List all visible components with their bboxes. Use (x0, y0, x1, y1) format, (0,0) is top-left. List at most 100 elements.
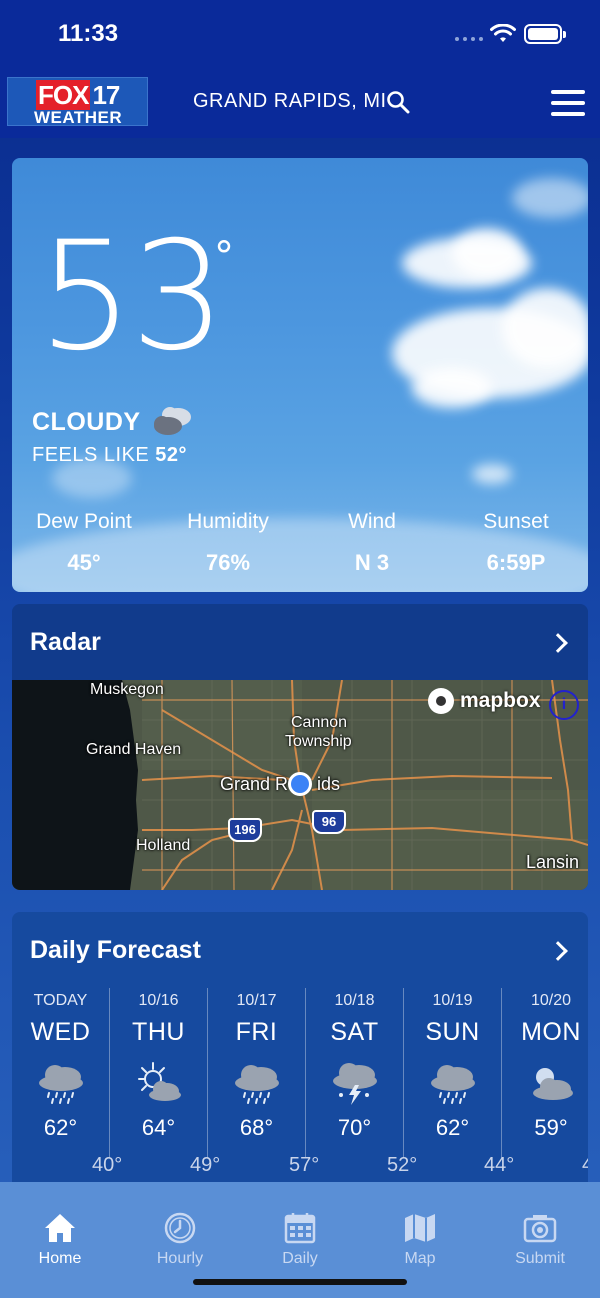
forecast-day-name: THU (132, 1018, 185, 1046)
forecast-low: 57° (289, 1154, 320, 1176)
forecast-high: 70° (337, 1115, 372, 1140)
metric-label: Wind (348, 510, 396, 533)
thunderstorm-icon (332, 1063, 377, 1105)
metric-value: 76% (205, 550, 251, 575)
forecast-day-name: MON (521, 1018, 581, 1046)
metric-value: 45° (67, 550, 101, 575)
map-icon (405, 1214, 435, 1242)
tab-submit[interactable]: Submit (480, 1182, 600, 1298)
forecast-low: 44° (484, 1154, 515, 1176)
sky-cloud (452, 228, 522, 278)
metric-label: Humidity (187, 510, 269, 533)
forecast-day-name: WED (30, 1018, 91, 1046)
highway-shield: 196 (228, 818, 262, 842)
calendar-icon (284, 1213, 316, 1244)
daily-forecast-title: Daily Forecast (30, 936, 201, 964)
degree-symbol: ° (214, 234, 234, 280)
metric-value: N 3 (354, 550, 390, 575)
current-temperature: 53 (38, 210, 226, 384)
tab-label: Home (38, 1250, 82, 1267)
forecast-high: 68° (239, 1115, 274, 1140)
current-metrics: Dew Point 45° Humidity 76% Wind N 3 Suns… (12, 510, 588, 576)
forecast-day[interactable]: 10/17 FRI 68° (208, 988, 306, 1158)
forecast-low: 52° (387, 1154, 418, 1176)
map-place-township: Township (285, 733, 352, 750)
map-place-muskegon: Muskegon (90, 681, 164, 698)
mapbox-text: mapbox (460, 689, 541, 712)
tab-label: Map (404, 1250, 436, 1267)
current-condition: CLOUDY (32, 408, 141, 436)
logo-fox-text: FOX (36, 80, 91, 110)
metric-value: 6:59P (486, 550, 546, 575)
forecast-date: 10/18 (334, 992, 375, 1009)
forecast-day[interactable]: TODAY WED 62° (12, 988, 110, 1158)
mapbox-logo-icon (428, 688, 454, 714)
partly-cloudy-icon (533, 1068, 573, 1100)
sky-cloud (412, 368, 492, 408)
sky-cloud (472, 464, 512, 484)
forecast-day[interactable]: 10/16 THU 64° (110, 988, 208, 1158)
daily-forecast-list: TODAY WED 62° 10/16 THU 64° 10/17 FRI 68… (12, 988, 588, 1168)
hamburger-menu-icon[interactable] (551, 90, 585, 116)
metric-sunset: Sunset 6:59P (444, 510, 588, 576)
map-place-grand-haven: Grand Haven (86, 741, 182, 758)
forecast-low: 4 (582, 1154, 588, 1176)
chevron-right-icon[interactable] (548, 633, 568, 653)
search-icon[interactable] (386, 90, 410, 114)
location-label[interactable]: GRAND RAPIDS, MI (193, 90, 387, 113)
radar-card[interactable]: Radar Muskegon Cannon Township Grand Hav… (12, 604, 588, 890)
app-header: FOX 17 WEATHER GRAND RAPIDS, MI (0, 70, 600, 138)
logo-number-text: 17 (90, 80, 120, 110)
cloudy-icon (154, 407, 191, 435)
partly-sunny-icon (137, 1062, 181, 1101)
forecast-day[interactable]: 10/19 SUN 62° (404, 988, 502, 1158)
mapbox-attribution: mapbox (428, 688, 541, 714)
status-bar: 11:33 (0, 0, 600, 70)
forecast-date: 10/20 (530, 992, 572, 1009)
rain-icon (430, 1065, 475, 1104)
signal-icon (455, 37, 483, 41)
forecast-day-name: SUN (425, 1018, 480, 1046)
map-place-holland: Holland (136, 837, 191, 854)
tab-label: Submit (515, 1250, 565, 1267)
forecast-high: 62° (43, 1115, 78, 1140)
forecast-date: 10/19 (432, 992, 473, 1009)
forecast-low: 49° (190, 1154, 221, 1176)
map-place-grand-rapids-end: ids (317, 774, 341, 794)
forecast-date: 10/16 (138, 992, 179, 1009)
forecast-lows-row: 40° 49° 57° 52° 44° 4 (12, 1154, 588, 1184)
forecast-high: 62° (435, 1115, 470, 1140)
radar-map[interactable]: Muskegon Cannon Township Grand Haven Gra… (12, 680, 588, 890)
feels-like: FEELS LIKE 52° (32, 444, 187, 467)
sky-cloud (502, 288, 588, 368)
chevron-right-icon[interactable] (548, 941, 568, 961)
info-icon[interactable]: i (549, 690, 579, 720)
sky-cloud (512, 178, 588, 218)
forecast-day[interactable]: 10/18 SAT 70° (306, 988, 404, 1158)
metric-label: Sunset (483, 510, 549, 533)
fox17-weather-logo: FOX 17 WEATHER (7, 77, 148, 127)
daily-forecast-card[interactable]: Daily Forecast TODAY WED 62° 10/16 THU 6… (12, 912, 588, 1212)
tab-label: Daily (282, 1250, 318, 1267)
rain-icon (38, 1065, 83, 1104)
map-place-grand-rapids: Grand R (220, 774, 289, 794)
forecast-date: TODAY (33, 992, 88, 1009)
battery-icon (524, 24, 566, 44)
camera-icon (523, 1215, 557, 1243)
metric-dew-point: Dew Point 45° (12, 510, 156, 576)
logo-weather-text: WEATHER (34, 108, 123, 127)
forecast-day-name: SAT (330, 1018, 379, 1046)
map-place-cannon: Cannon (291, 714, 348, 731)
forecast-low: 40° (92, 1154, 123, 1176)
wifi-icon (490, 24, 516, 42)
current-conditions-card: 53 ° CLOUDY FEELS LIKE 52° Dew Point 45° … (12, 158, 588, 592)
home-indicator[interactable] (193, 1279, 407, 1285)
forecast-day[interactable]: 10/20 MON 59° (502, 988, 588, 1158)
current-location-marker (288, 772, 312, 796)
metric-humidity: Humidity 76% (156, 510, 300, 576)
feels-like-label: FEELS LIKE (32, 444, 150, 466)
highway-shield: 96 (312, 810, 346, 834)
metric-label: Dew Point (36, 510, 132, 533)
tab-home[interactable]: Home (0, 1182, 120, 1298)
forecast-date: 10/17 (236, 992, 277, 1009)
